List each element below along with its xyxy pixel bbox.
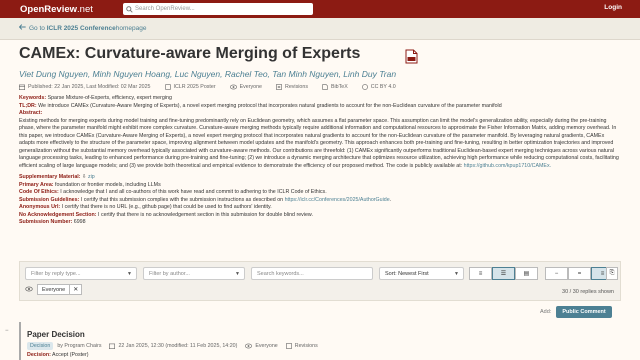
- equals-icon: =: [577, 270, 582, 277]
- abstract-text: Existing methods for merging experts dur…: [19, 117, 619, 169]
- eye-icon: [245, 343, 253, 349]
- readers-filter-row: Everyone ✕: [25, 284, 83, 295]
- collapse-toggle-group: − = ≡: [545, 267, 614, 280]
- submission-number-field: Submission Number: 6998: [19, 219, 86, 225]
- ethics-field: Code Of Ethics: I acknowledge that I and…: [19, 189, 327, 195]
- collapse-reply-button[interactable]: −: [5, 328, 9, 334]
- copy-link-button[interactable]: ⎘: [606, 267, 618, 280]
- code-link[interactable]: https://github.com/kpup1710/CAMEx.: [464, 163, 551, 169]
- public-comment-button[interactable]: Public Comment: [556, 306, 612, 318]
- venue-label: ICLR 2025 Poster: [173, 84, 216, 90]
- replies-count: 30 / 30 replies shown: [562, 289, 614, 295]
- login-link[interactable]: Login: [604, 4, 622, 11]
- add-label: Add:: [540, 309, 552, 315]
- author-guide-link[interactable]: https://iclr.cc/Conferences/2025/AuthorG…: [285, 197, 390, 203]
- venue-icon: [164, 84, 171, 90]
- reply-note: Paper Decision Decision by Program Chair…: [19, 322, 621, 360]
- collapse-all-button[interactable]: −: [545, 267, 568, 280]
- readers-label: Everyone: [239, 84, 262, 90]
- calendar-icon: [19, 84, 25, 90]
- search-icon: [123, 3, 135, 15]
- eye-icon: [25, 286, 33, 294]
- back-to-venue-link[interactable]: Go to ICLR 2025 Conference homepage: [18, 24, 146, 32]
- license-link[interactable]: CC BY 4.0: [361, 84, 396, 90]
- reply-meta: Decision by Program Chairs 22 Jan 2025, …: [27, 342, 318, 350]
- bibtex-link[interactable]: BibTeX: [322, 84, 348, 90]
- link-icon: ⎘: [609, 270, 615, 276]
- partial-expand-button[interactable]: =: [568, 267, 591, 280]
- primary-area-field: Primary Area: foundation or frontier mod…: [19, 181, 161, 188]
- add-reply-row: Add: Public Comment: [540, 306, 612, 318]
- calendar-icon: [109, 343, 116, 349]
- chevron-down-icon: ▼: [454, 271, 459, 277]
- paper-authors[interactable]: Viet Dung Nguyen, Minh Nguyen Hoang, Luc…: [19, 69, 396, 79]
- cc-license-icon: [361, 84, 368, 90]
- download-icon: ⇩: [82, 174, 87, 180]
- threaded-layout-button[interactable]: ☰: [492, 267, 515, 280]
- minus-icon: −: [554, 270, 559, 277]
- keywords-field: Keywords: Sparse Mixture-of-Experts, eff…: [19, 95, 172, 101]
- close-icon: ✕: [73, 287, 79, 293]
- eye-icon: [229, 84, 237, 90]
- minus-icon: −: [5, 328, 9, 334]
- revisions-icon: [276, 84, 282, 90]
- remove-filter-button[interactable]: ✕: [70, 284, 83, 295]
- tldr-field: TL;DR: We introduce CAMEx (Curvature-Awa…: [19, 102, 502, 109]
- top-navbar: OpenReview.net Search OpenReview... Logi…: [0, 0, 640, 18]
- bibtex-icon: [322, 84, 328, 90]
- anonymous-url-field: Anonymous Url: I certify that there is n…: [19, 204, 272, 210]
- pdf-icon[interactable]: [405, 49, 418, 64]
- chevron-down-icon: ▼: [235, 271, 240, 277]
- reply-revisions-link[interactable]: Revisions: [295, 343, 318, 349]
- paper-title: CAMEx: Curvature-aware Merging of Expert…: [19, 45, 361, 62]
- decision-field: Decision: Accept (Poster): [27, 352, 89, 358]
- reply-title[interactable]: Paper Decision: [27, 330, 85, 339]
- reply-author: by Program Chairs: [57, 343, 102, 349]
- revisions-link[interactable]: Revisions: [276, 84, 308, 90]
- no-ack-field: No Acknowledgement Section: I certify th…: [19, 211, 313, 218]
- guidelines-field: Submission Guidelines: I certify that th…: [19, 196, 392, 203]
- expand-icon: ≡: [600, 270, 605, 277]
- supplementary-field: Supplementary Material: ⇩ zip: [19, 174, 95, 180]
- author-filter[interactable]: Filter by author... ▼: [143, 267, 245, 280]
- reply-dates: 22 Jan 2025, 12:30 (modified: 11 Feb 202…: [118, 343, 238, 349]
- supplementary-link[interactable]: zip: [88, 174, 95, 180]
- sub-navbar: Go to ICLR 2025 Conference homepage: [0, 18, 640, 40]
- search-box[interactable]: Search OpenReview...: [123, 3, 313, 15]
- list-icon: ≡: [478, 270, 483, 277]
- published-date: Published: 22 Jan 2025, Last Modified: 0…: [28, 84, 151, 90]
- search-input[interactable]: Search OpenReview...: [135, 6, 195, 12]
- paper-fields: Keywords: Sparse Mixture-of-Experts, eff…: [19, 95, 621, 227]
- reply-readers: Everyone: [255, 343, 278, 349]
- nested-list-icon: ▤: [523, 271, 530, 277]
- copy-link-group: ⎘: [606, 267, 618, 280]
- paper-meta: Published: 22 Jan 2025, Last Modified: 0…: [19, 84, 410, 90]
- arrow-left-icon: [18, 24, 26, 32]
- chevron-down-icon: ▼: [127, 271, 132, 277]
- readers-filter-tag: Everyone: [37, 284, 71, 295]
- revisions-icon: [286, 343, 292, 349]
- threaded-list-icon: ☰: [500, 271, 507, 277]
- reply-type-filter[interactable]: Filter by reply type... ▼: [25, 267, 137, 280]
- nested-layout-button[interactable]: ▤: [515, 267, 538, 280]
- reply-filter-bar: Filter by reply type... ▼ Filter by autho…: [19, 261, 621, 301]
- abstract-field: Abstract:: [19, 110, 43, 116]
- keyword-search-input[interactable]: Search keywords...: [251, 267, 373, 280]
- sort-select[interactable]: Sort: Newest First ▼: [379, 267, 464, 280]
- brand-logo[interactable]: OpenReview.net: [20, 4, 93, 15]
- layout-toggle-group: ≡ ☰ ▤: [469, 267, 538, 280]
- linear-layout-button[interactable]: ≡: [469, 267, 492, 280]
- reply-type-badge: Decision: [27, 342, 54, 350]
